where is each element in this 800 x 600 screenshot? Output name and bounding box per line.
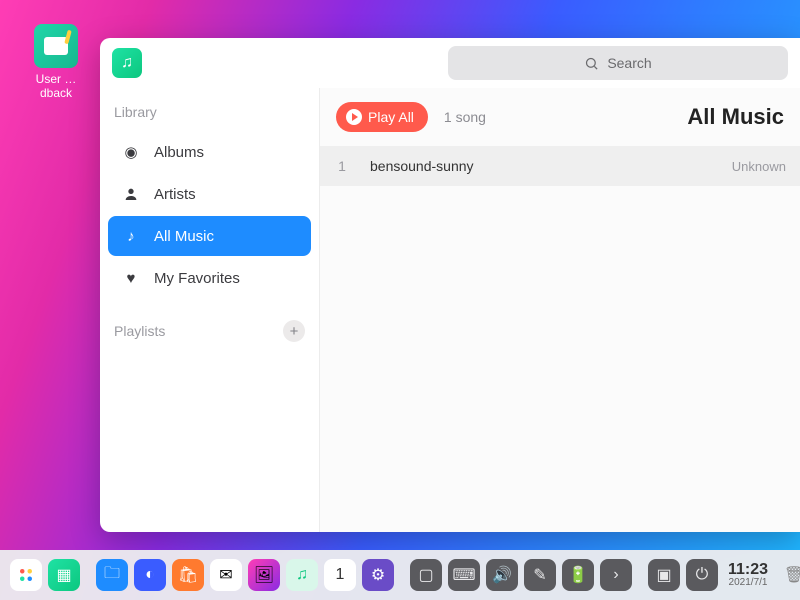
tray-icon[interactable]: ▣ bbox=[648, 559, 680, 591]
battery-icon[interactable]: 🔋 bbox=[562, 559, 594, 591]
calendar-icon[interactable]: 1 bbox=[324, 559, 356, 591]
mail-icon[interactable]: ✉ bbox=[210, 559, 242, 591]
desktop-wallpaper: User …dback ♫ Search Library ◉ Albums bbox=[0, 0, 800, 600]
browser-icon[interactable]: ◐ bbox=[134, 559, 166, 591]
chevron-right-icon[interactable]: › bbox=[600, 559, 632, 591]
volume-icon[interactable]: 🔊 bbox=[486, 559, 518, 591]
sidebar-item-label: Artists bbox=[154, 186, 196, 203]
clock-date: 2021/7/1 bbox=[729, 578, 768, 588]
music-app-window: ♫ Search Library ◉ Albums Arti bbox=[100, 38, 800, 532]
network-icon[interactable]: ✎ bbox=[524, 559, 556, 591]
taskbar-app-1[interactable]: ▦ bbox=[48, 559, 80, 591]
sidebar-item-label: All Music bbox=[154, 228, 214, 245]
music-icon: ♪ bbox=[122, 228, 140, 245]
track-index: 1 bbox=[320, 158, 364, 174]
sidebar-header-library: Library bbox=[108, 96, 311, 130]
search-icon bbox=[584, 56, 599, 71]
settings-icon[interactable]: ⚙ bbox=[362, 559, 394, 591]
add-playlist-button[interactable]: + bbox=[283, 320, 305, 342]
track-artist: Unknown bbox=[732, 159, 800, 174]
track-list: 1 bensound-sunny Unknown bbox=[320, 146, 800, 186]
song-count: 1 song bbox=[444, 109, 486, 125]
store-icon[interactable]: 🛍 bbox=[172, 559, 204, 591]
track-name: bensound-sunny bbox=[364, 158, 732, 174]
app-icon: ♫ bbox=[112, 48, 142, 78]
titlebar: ♫ Search bbox=[100, 38, 800, 88]
music-app-taskbar-icon[interactable]: ♫ bbox=[286, 559, 318, 591]
taskbar: ▦ 🗀 ◐ 🛍 ✉ 🖼 ♫ 1 ⚙ ▢ ⌨ 🔊 ✎ 🔋 › ▣ ⏻ 11:23 … bbox=[0, 550, 800, 600]
album-icon: ◉ bbox=[122, 143, 140, 161]
sidebar-header-playlists: Playlists + bbox=[108, 312, 311, 352]
play-icon bbox=[346, 109, 362, 125]
trash-icon[interactable]: 🗑 bbox=[778, 559, 800, 591]
main-panel: Play All 1 song All Music 1 bensound-sun… bbox=[320, 88, 800, 532]
toolbar: Play All 1 song All Music bbox=[320, 88, 800, 146]
play-all-button[interactable]: Play All bbox=[336, 102, 428, 132]
feedback-icon bbox=[34, 24, 78, 68]
show-desktop-icon[interactable]: ▢ bbox=[410, 559, 442, 591]
launcher-icon[interactable] bbox=[10, 559, 42, 591]
desktop-icon-label: User …dback bbox=[26, 72, 86, 100]
desktop-icon-user-feedback[interactable]: User …dback bbox=[26, 24, 86, 100]
sidebar-item-favorites[interactable]: ♥ My Favorites bbox=[108, 258, 311, 298]
sidebar: Library ◉ Albums Artists ♪ All Music bbox=[100, 88, 320, 532]
artist-icon bbox=[122, 186, 140, 202]
sidebar-item-all-music[interactable]: ♪ All Music bbox=[108, 216, 311, 256]
sidebar-item-label: My Favorites bbox=[154, 270, 240, 287]
taskbar-clock[interactable]: 11:23 2021/7/1 bbox=[724, 562, 772, 588]
file-manager-icon[interactable]: 🗀 bbox=[96, 559, 128, 591]
play-all-label: Play All bbox=[368, 109, 414, 125]
keyboard-icon[interactable]: ⌨ bbox=[448, 559, 480, 591]
sidebar-item-artists[interactable]: Artists bbox=[108, 174, 311, 214]
sidebar-item-albums[interactable]: ◉ Albums bbox=[108, 132, 311, 172]
heart-icon: ♥ bbox=[122, 270, 140, 287]
window-body: Library ◉ Albums Artists ♪ All Music bbox=[100, 88, 800, 532]
power-icon[interactable]: ⏻ bbox=[686, 559, 718, 591]
search-placeholder: Search bbox=[607, 55, 651, 71]
search-input[interactable]: Search bbox=[448, 46, 788, 80]
clock-time: 11:23 bbox=[728, 562, 768, 578]
page-title: All Music bbox=[687, 104, 784, 130]
sidebar-item-label: Albums bbox=[154, 144, 204, 161]
table-row[interactable]: 1 bensound-sunny Unknown bbox=[320, 146, 800, 186]
gallery-icon[interactable]: 🖼 bbox=[248, 559, 280, 591]
